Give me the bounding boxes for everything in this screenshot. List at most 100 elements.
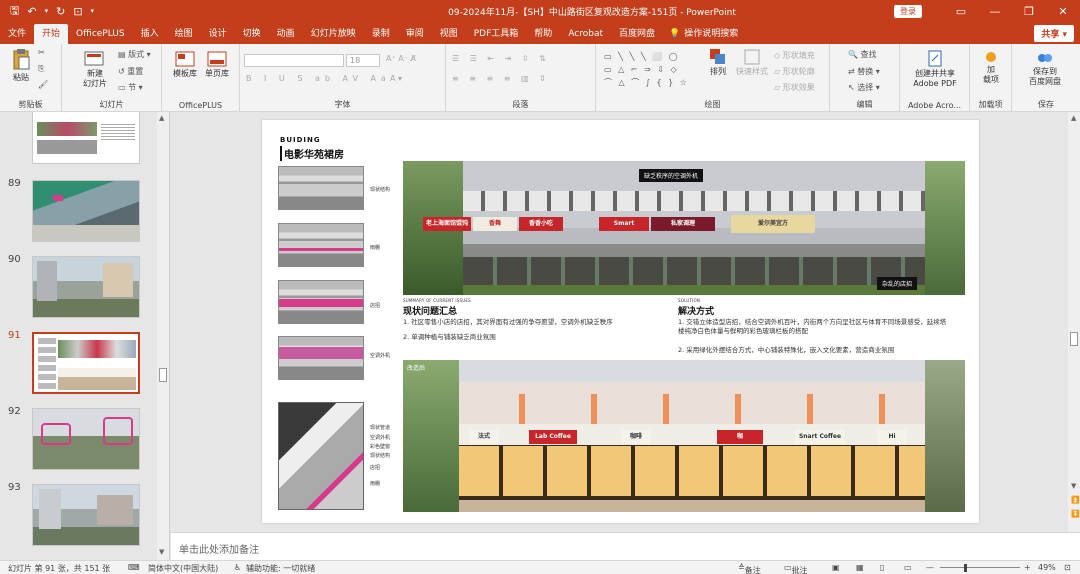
slide-eyebrow: BUIDING (280, 136, 321, 144)
zoom-slider[interactable] (940, 567, 1020, 568)
shape-fill-button[interactable]: ◇ 形状填充 (774, 50, 815, 61)
layout-button[interactable]: ▤ 版式 ▾ (118, 49, 151, 60)
template-library-button[interactable]: 模板库 (170, 50, 200, 79)
save-icon[interactable]: 🖫 (10, 2, 19, 21)
scroll-up-icon[interactable]: ▲ (159, 114, 164, 122)
notes-toggle[interactable]: ≙ 备注 (738, 563, 761, 574)
quick-styles-button[interactable]: 快速样式 (734, 48, 770, 77)
find-button[interactable]: 🔍 查找 (848, 49, 877, 60)
shape-outline-button[interactable]: ▱ 形状轮廓 (774, 66, 815, 77)
tab-pdf-tools[interactable]: PDF工具箱 (466, 24, 527, 44)
scroll-down-icon[interactable]: ▼ (159, 548, 164, 556)
create-adobe-pdf-button[interactable]: 创建并共享 Adobe PDF (906, 50, 964, 89)
cut-icon[interactable]: ✂ (38, 48, 45, 57)
grow-font-icon[interactable]: A⁺ A⁻ A̸ (386, 54, 416, 63)
tab-slideshow[interactable]: 幻灯片放映 (303, 24, 364, 44)
scroll-up-icon[interactable]: ▲ (1071, 114, 1076, 122)
font-family-input[interactable] (244, 54, 344, 67)
canvas-scrollbar[interactable]: ▲ ▼ ⏫ ⏬ (1068, 112, 1080, 532)
tab-animations[interactable]: 动画 (269, 24, 303, 44)
fit-to-window-icon[interactable]: ⊡ (1064, 563, 1071, 572)
tab-view[interactable]: 视图 (432, 24, 466, 44)
tab-officeplus[interactable]: OfficePLUS (68, 24, 133, 44)
tab-help[interactable]: 帮助 (526, 24, 560, 44)
accessibility-icon[interactable]: ♿ (234, 563, 241, 572)
tab-transitions[interactable]: 切换 (235, 24, 269, 44)
copy-icon[interactable]: ⎘ (38, 64, 44, 74)
slide-thumbnail-92[interactable] (32, 408, 140, 470)
group-adobe: 创建并共享 Adobe PDF Adobe Acro... (900, 44, 970, 112)
language-indicator[interactable]: 简体中文(中国大陆) (148, 563, 218, 574)
before-sign: 香香小吃 (519, 217, 563, 231)
slide-thumbnail-89[interactable] (32, 180, 140, 242)
select-button[interactable]: ↖ 选择 ▾ (848, 82, 880, 93)
zoom-level[interactable]: 49% (1038, 563, 1056, 572)
new-slide-button[interactable]: 新建 幻灯片 (78, 50, 112, 89)
minimize-icon[interactable]: — (978, 5, 1012, 18)
ribbon-display-icon[interactable]: ▭ (944, 5, 978, 18)
slideshow-icon[interactable]: ⊡ (73, 5, 82, 18)
tab-draw[interactable]: 绘图 (167, 24, 201, 44)
summary-heading: 现状问题汇总 (403, 307, 458, 317)
tell-me-search[interactable]: 💡 操作说明搜索 (663, 24, 744, 44)
zoom-in-icon[interactable]: + (1024, 563, 1031, 572)
spellcheck-icon[interactable]: ⌨ (128, 563, 140, 572)
arrange-button[interactable]: 排列 (704, 48, 732, 77)
shape-effects-button[interactable]: ▱ 形状效果 (774, 82, 815, 93)
slide-thumbnail-91[interactable] (32, 332, 140, 394)
reset-button[interactable]: ↺ 重置 (118, 66, 143, 77)
format-painter-icon[interactable]: 🖌 (38, 80, 48, 89)
single-page-library-button[interactable]: 单页库 (202, 50, 232, 79)
previous-slide-icon[interactable]: ⏫ (1071, 496, 1080, 504)
reading-view-icon[interactable]: ▯ (880, 563, 884, 572)
slide-thumbnail-93[interactable] (32, 484, 140, 546)
paste-button[interactable]: 粘贴 (8, 48, 34, 83)
slide-sorter-icon[interactable]: ▦ (856, 563, 864, 572)
axon-label: 空调外机 (370, 435, 391, 441)
slide-thumbnail-90[interactable] (32, 256, 140, 318)
accessibility-status[interactable]: 辅助功能: 一切就绪 (246, 563, 315, 574)
thumbnails-scrollbar[interactable]: ▲ ▼ (157, 112, 169, 560)
scrollbar-thumb[interactable] (159, 368, 167, 382)
slide-thumbnails-pane: 89 90 91 92 93 (0, 112, 170, 560)
tab-baidu[interactable]: 百度网盘 (611, 24, 663, 44)
tab-review[interactable]: 审阅 (398, 24, 432, 44)
tab-acrobat[interactable]: Acrobat (560, 24, 611, 44)
tab-file[interactable]: 文件 (0, 24, 34, 44)
current-slide[interactable]: BUIDING 电影华苑裙房 现状结构 雨棚 店招 空调外机 现状管道 空调外机… (262, 120, 979, 523)
align-buttons[interactable]: ≡ ≡ ≡ ≡ ▥ ⇕ (452, 74, 550, 83)
zoom-out-icon[interactable]: — (926, 563, 934, 572)
login-button[interactable]: 登录 (894, 4, 922, 18)
thumbnail-number: 89 (8, 178, 21, 189)
list-buttons[interactable]: ☰ ☰ ⇤ ⇥ ⇳ ⇅ (452, 54, 550, 63)
notes-pane[interactable]: 单击此处添加备注 (171, 532, 1080, 560)
addins-button[interactable]: 加 载项 (978, 50, 1004, 85)
section-button[interactable]: ▭ 节 ▾ (118, 82, 143, 93)
comments-toggle[interactable]: ▭ 批注 (784, 563, 808, 574)
font-color-icon[interactable]: A ▾ (390, 74, 402, 83)
reset-label: 重置 (127, 67, 144, 76)
slideshow-view-icon[interactable]: ▭ (904, 563, 912, 572)
scroll-down-icon[interactable]: ▼ (1071, 482, 1076, 490)
zoom-slider-thumb[interactable] (964, 564, 967, 572)
restore-icon[interactable]: ❐ (1012, 5, 1046, 18)
tab-record[interactable]: 录制 (364, 24, 398, 44)
font-format-buttons[interactable]: B I U S ab AV Aa (246, 74, 391, 83)
tab-home[interactable]: 开始 (34, 24, 69, 44)
scrollbar-thumb[interactable] (1070, 332, 1078, 346)
customize-qat-icon[interactable]: ▾ (91, 7, 95, 15)
undo-icon[interactable]: ↶ (27, 5, 36, 18)
tab-insert[interactable]: 插入 (133, 24, 167, 44)
slide-thumbnail-88[interactable] (32, 112, 140, 164)
next-slide-icon[interactable]: ⏬ (1071, 510, 1080, 518)
undo-dropdown-icon[interactable]: ▾ (45, 7, 49, 15)
normal-view-icon[interactable]: ▣ (832, 563, 840, 572)
font-size-input[interactable]: 18 (346, 54, 380, 67)
shapes-gallery[interactable]: ▭ ╲ ╲ ╲ ⬜ ◯ ▭ △ ⌐ ⇒ ⇩ ◇ ⌒ △ ⌒ ∫ { } ☆ (604, 50, 689, 89)
close-icon[interactable]: ✕ (1046, 5, 1080, 18)
replace-button[interactable]: ⇄ 替换 ▾ (848, 66, 880, 77)
save-to-baidu-button[interactable]: 保存到 百度网盘 (1018, 50, 1072, 87)
tab-design[interactable]: 设计 (201, 24, 235, 44)
share-button[interactable]: 共享 ▾ (1034, 25, 1074, 42)
redo-icon[interactable]: ↻ (56, 5, 65, 18)
